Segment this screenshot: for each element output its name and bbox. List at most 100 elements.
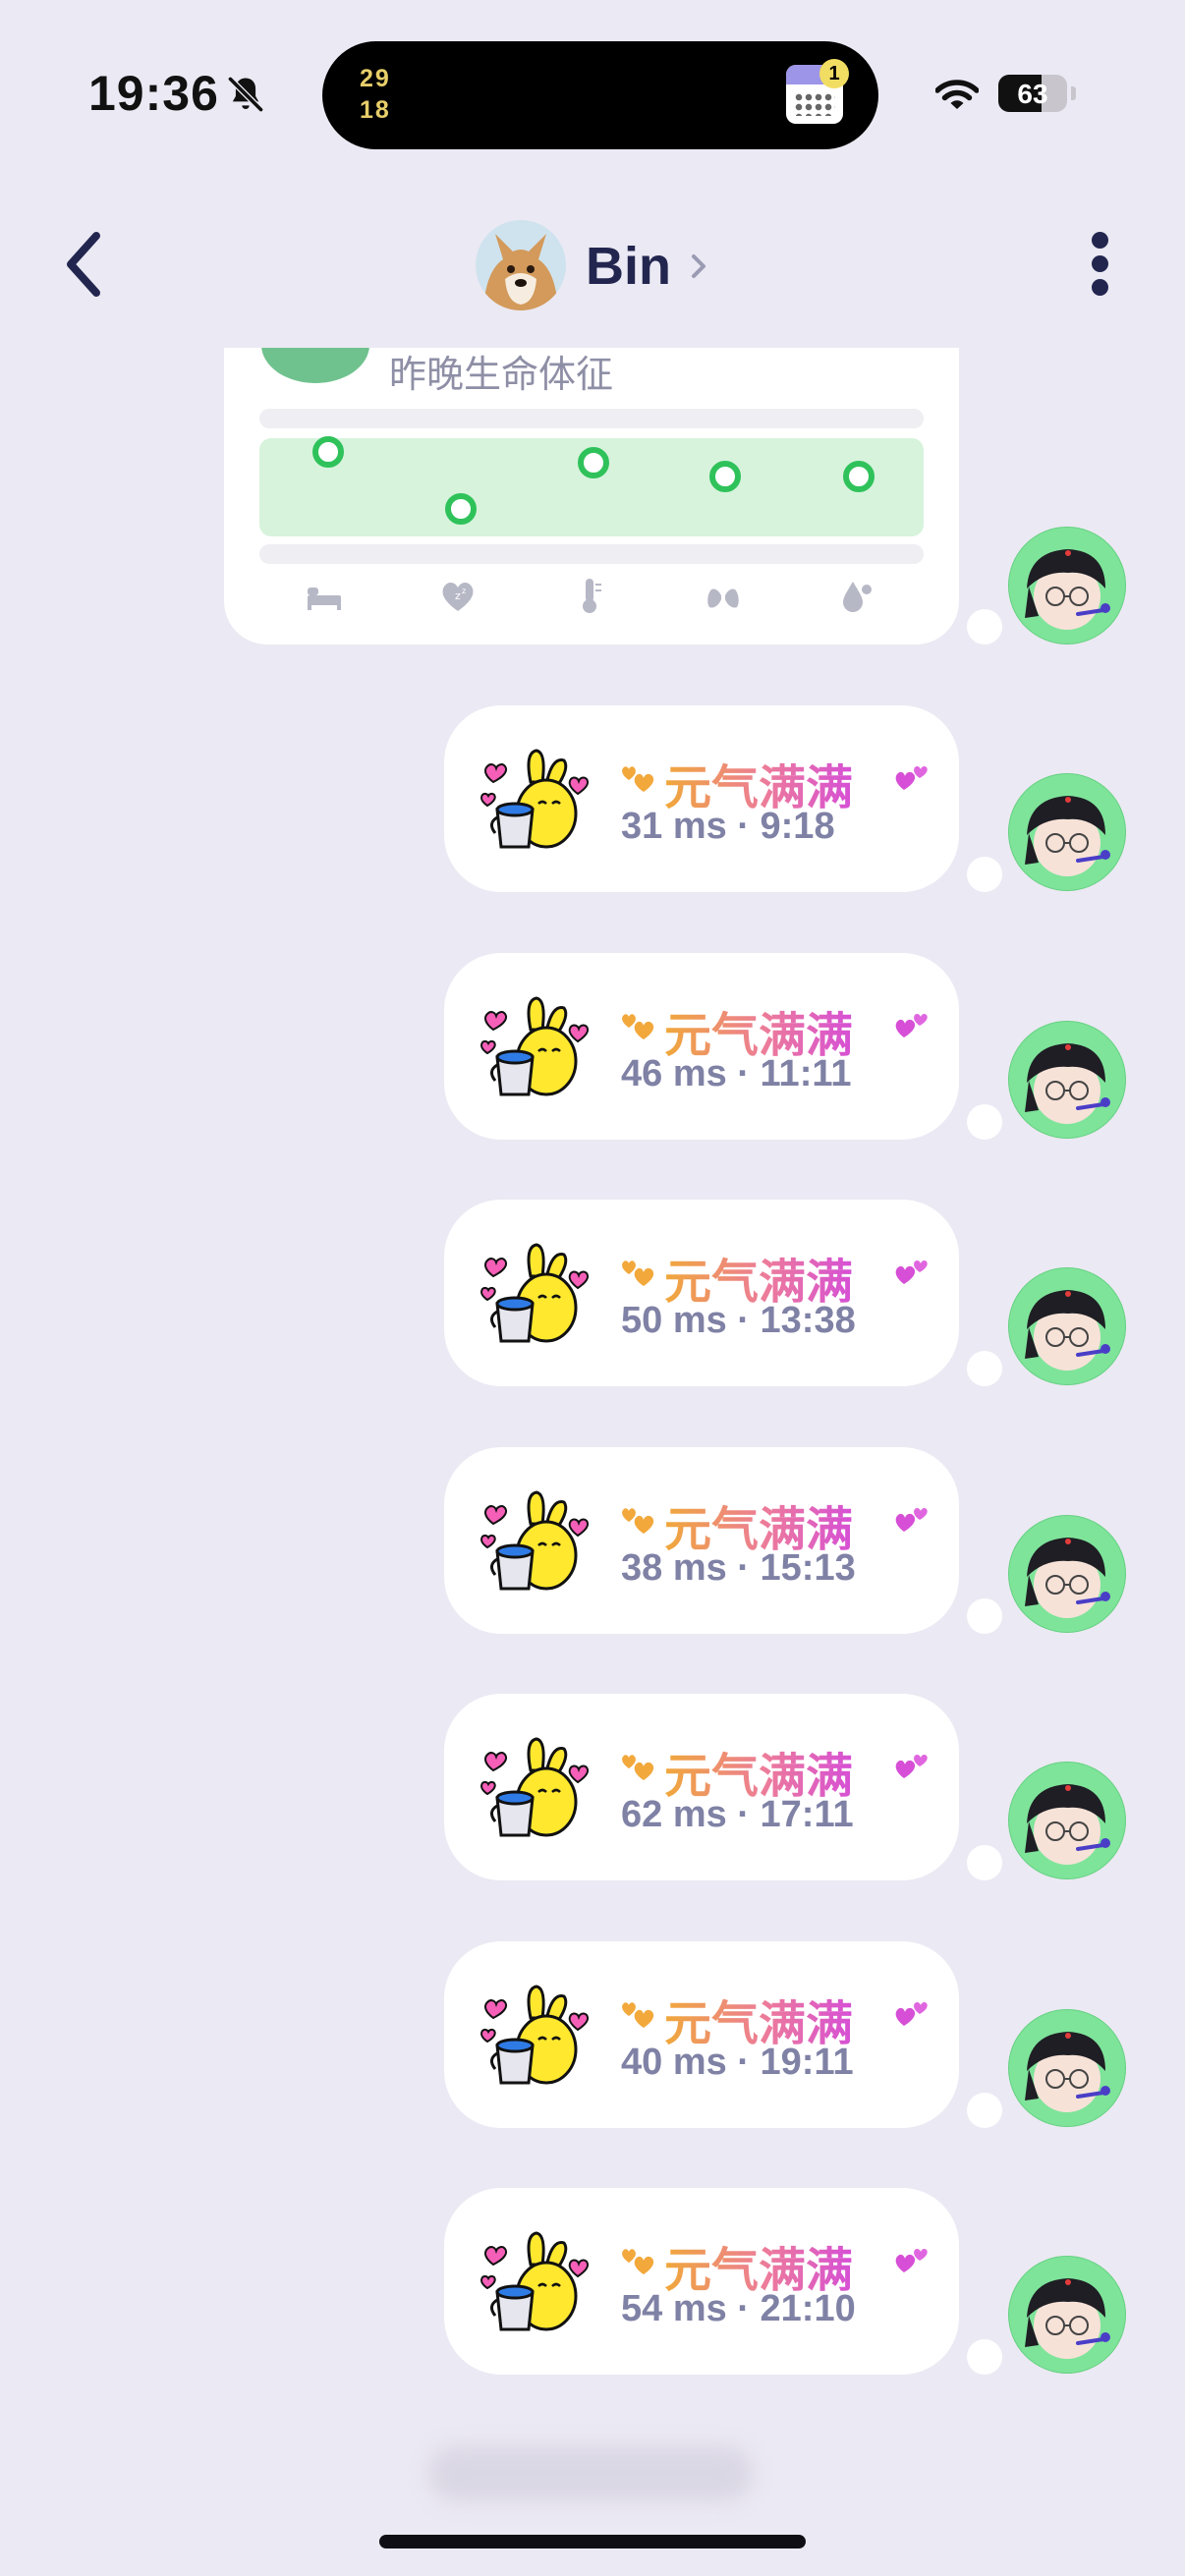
bubble-tail <box>967 1598 1002 1634</box>
girl-avatar-icon <box>1025 549 1110 630</box>
message-subtitle: 50 ms · 13:38 <box>621 1300 856 1341</box>
bunny-sticker-icon <box>480 996 590 1096</box>
bubble-tail <box>967 1351 1002 1386</box>
bed-icon <box>308 588 341 610</box>
two-hearts-icon <box>622 1755 654 1780</box>
my-avatar[interactable] <box>1008 1267 1126 1385</box>
vitals-title: 昨晚生命体征 <box>389 355 614 396</box>
dot <box>1092 255 1108 272</box>
my-avatar[interactable] <box>1008 2256 1126 2374</box>
two-hearts-icon <box>895 2248 928 2272</box>
home-indicator[interactable] <box>379 2535 806 2548</box>
my-avatar[interactable] <box>1008 1762 1126 1879</box>
message-title-row: 元气满满 <box>619 749 953 814</box>
heart-zzz-icon: z z <box>442 582 474 611</box>
message-subtitle: 38 ms · 15:13 <box>621 1547 856 1589</box>
message-title-row: 元气满满 <box>619 1243 953 1309</box>
vitals-card[interactable]: 昨晚生命体征 z z <box>224 348 959 644</box>
status-time: 19:36 <box>88 66 219 121</box>
vitals-point <box>578 447 609 478</box>
vitals-logo-icon <box>261 348 369 383</box>
bubble-tail <box>967 2093 1002 2128</box>
sticker-message-bubble[interactable]: 元气满满 50 ms · 13:38 <box>444 1200 959 1386</box>
girl-avatar-icon <box>1025 2278 1110 2359</box>
bunny-sticker-icon <box>480 749 590 849</box>
silent-bell-icon <box>228 77 263 112</box>
more-options-button[interactable] <box>1086 226 1115 303</box>
two-hearts-icon <box>622 1508 654 1534</box>
message-subtitle: 46 ms · 11:11 <box>621 1053 852 1094</box>
girl-avatar-icon <box>1025 1290 1110 1371</box>
girl-avatar-icon <box>1025 796 1110 876</box>
vitals-point <box>445 493 477 525</box>
shiba-dog-icon <box>476 220 566 310</box>
my-avatar[interactable] <box>1008 2009 1126 2127</box>
bubble-tail <box>967 1104 1002 1140</box>
two-hearts-icon <box>895 765 928 790</box>
message-subtitle: 54 ms · 21:10 <box>621 2288 856 2329</box>
two-hearts-icon <box>895 1754 928 1778</box>
back-chevron-icon[interactable] <box>57 228 110 301</box>
sticker-message-bubble[interactable]: 元气满满 38 ms · 15:13 <box>444 1447 959 1634</box>
girl-avatar-icon <box>1025 1784 1110 1865</box>
battery-percent: 63 <box>1017 79 1048 109</box>
bunny-sticker-icon <box>480 1243 590 1343</box>
bubble-tail <box>967 609 1002 644</box>
sticker-message-bubble[interactable]: 元气满满 62 ms · 17:11 <box>444 1694 959 1880</box>
calendar-badge: 1 <box>819 59 849 88</box>
two-hearts-icon <box>895 1260 928 1284</box>
message-subtitle: 62 ms · 17:11 <box>621 1794 854 1835</box>
drops-icon <box>843 582 872 612</box>
contact-name[interactable]: Bin <box>586 236 671 297</box>
vitals-track <box>259 544 924 564</box>
vitals-point <box>709 461 741 492</box>
chevron-right-icon[interactable] <box>688 252 709 281</box>
girl-avatar-icon <box>1025 1043 1110 1124</box>
battery-icon: 63 <box>998 75 1067 112</box>
lungs-icon <box>707 584 739 608</box>
dot <box>1092 279 1108 296</box>
svg-text:z: z <box>455 589 461 602</box>
bunny-sticker-icon <box>480 1985 590 2085</box>
message-title-row: 元气满满 <box>619 2231 953 2297</box>
two-hearts-icon <box>895 1013 928 1037</box>
island-count-top: 29 <box>360 65 391 92</box>
sticker-message-bubble[interactable]: 元气满满 40 ms · 19:11 <box>444 1941 959 2128</box>
battery-tip <box>1071 86 1076 100</box>
sticker-message-bubble[interactable]: 元气满满 31 ms · 9:18 <box>444 705 959 892</box>
girl-avatar-icon <box>1025 1538 1110 1618</box>
contact-avatar[interactable] <box>476 220 566 310</box>
svg-text:z: z <box>462 587 466 595</box>
vitals-track <box>259 409 924 428</box>
bunny-sticker-icon <box>480 1737 590 1837</box>
vitals-point <box>843 461 875 492</box>
my-avatar[interactable] <box>1008 773 1126 891</box>
two-hearts-icon <box>895 1507 928 1532</box>
two-hearts-icon <box>622 1014 654 1039</box>
my-avatar[interactable] <box>1008 527 1126 644</box>
message-subtitle: 31 ms · 9:18 <box>621 806 835 847</box>
my-avatar[interactable] <box>1008 1515 1126 1633</box>
bubble-tail <box>967 857 1002 892</box>
two-hearts-icon <box>622 766 654 792</box>
blurred-system-notice <box>428 2446 753 2501</box>
two-hearts-icon <box>622 2002 654 2028</box>
island-count-bottom: 18 <box>360 96 391 124</box>
vitals-point <box>312 436 344 468</box>
two-hearts-icon <box>622 1260 654 1286</box>
message-title-row: 元气满满 <box>619 1985 953 2050</box>
message-title-row: 元气满满 <box>619 996 953 1062</box>
my-avatar[interactable] <box>1008 1021 1126 1139</box>
bubble-tail <box>967 2339 1002 2375</box>
dot <box>1092 232 1108 249</box>
two-hearts-icon <box>895 2001 928 2026</box>
girl-avatar-icon <box>1025 2032 1110 2112</box>
two-hearts-icon <box>622 2249 654 2274</box>
dynamic-island[interactable]: 29 18 1 <box>322 41 878 149</box>
message-subtitle: 40 ms · 19:11 <box>621 2042 854 2083</box>
wifi-icon <box>935 80 979 109</box>
bunny-sticker-icon <box>480 1490 590 1591</box>
sticker-message-bubble[interactable]: 元气满满 46 ms · 11:11 <box>444 953 959 1140</box>
bunny-sticker-icon <box>480 2231 590 2331</box>
sticker-message-bubble[interactable]: 元气满满 54 ms · 21:10 <box>444 2188 959 2375</box>
